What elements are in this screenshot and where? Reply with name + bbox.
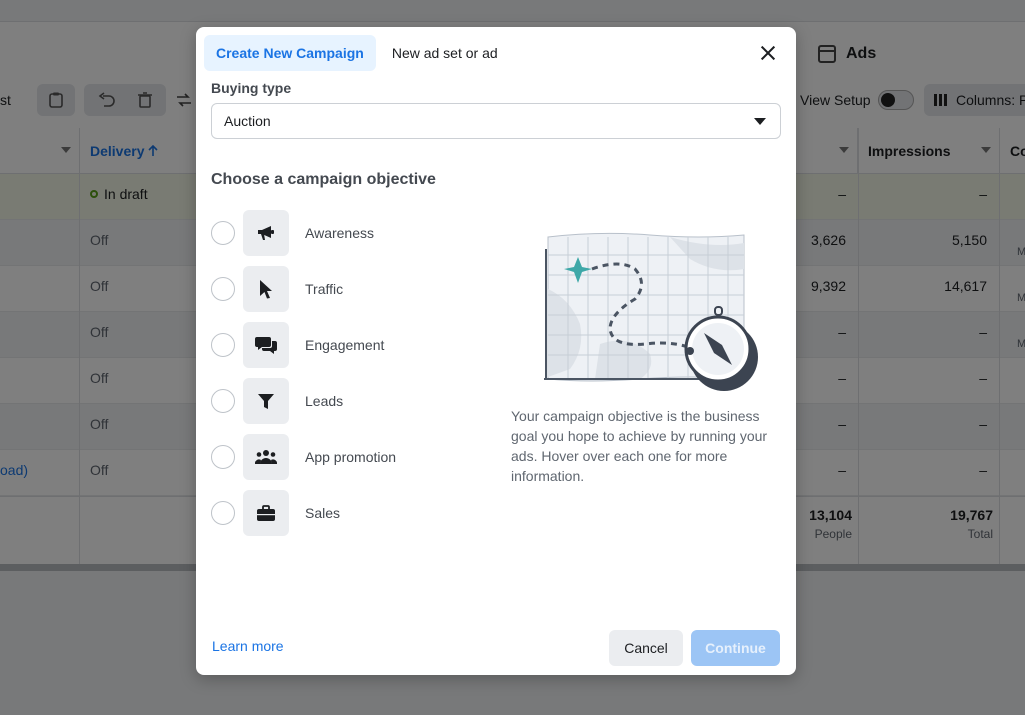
objective-label: Sales — [305, 505, 341, 521]
people-icon — [243, 434, 289, 480]
objective-label: App promotion — [305, 449, 397, 465]
create-campaign-dialog: Create New Campaign New ad set or ad Buy… — [196, 27, 796, 675]
buying-type-select[interactable]: Auction — [211, 103, 781, 139]
megaphone-icon — [243, 210, 289, 256]
radio-button[interactable] — [211, 501, 235, 525]
radio-button[interactable] — [211, 389, 235, 413]
objective-traffic[interactable]: Traffic — [211, 266, 461, 312]
objective-section-title: Choose a campaign objective — [211, 171, 436, 188]
caret-down-icon — [754, 118, 766, 125]
radio-button[interactable] — [211, 221, 235, 245]
filter-icon — [243, 378, 289, 424]
map-compass-illustration — [544, 232, 758, 391]
learn-more-link[interactable]: Learn more — [212, 638, 284, 654]
objective-sales[interactable]: Sales — [211, 490, 461, 536]
radio-button[interactable] — [211, 333, 235, 357]
cancel-button[interactable]: Cancel — [609, 630, 683, 666]
buying-type-value: Auction — [224, 113, 271, 129]
objective-label: Engagement — [305, 337, 385, 353]
shopping-bag-icon — [243, 490, 289, 536]
objective-engagement[interactable]: Engagement — [211, 322, 461, 368]
objective-leads[interactable]: Leads — [211, 378, 461, 424]
tab-create-new-campaign[interactable]: Create New Campaign — [204, 35, 376, 71]
chat-bubbles-icon — [243, 322, 289, 368]
objective-awareness[interactable]: Awareness — [211, 210, 461, 256]
objective-label: Leads — [305, 393, 344, 409]
dialog-tabs: Create New Campaign New ad set or ad — [204, 35, 510, 71]
objective-description: Your campaign objective is the business … — [511, 408, 768, 484]
objective-label: Awareness — [305, 225, 375, 241]
objective-label: Traffic — [305, 281, 344, 297]
close-icon[interactable] — [758, 43, 778, 63]
radio-button[interactable] — [211, 277, 235, 301]
radio-button[interactable] — [211, 445, 235, 469]
continue-button[interactable]: Continue — [691, 630, 780, 666]
buying-type-label: Buying type — [211, 80, 292, 96]
objective-app-promotion[interactable]: App promotion — [211, 434, 461, 480]
tab-new-ad-set-or-ad[interactable]: New ad set or ad — [380, 35, 510, 71]
cursor-icon — [243, 266, 289, 312]
